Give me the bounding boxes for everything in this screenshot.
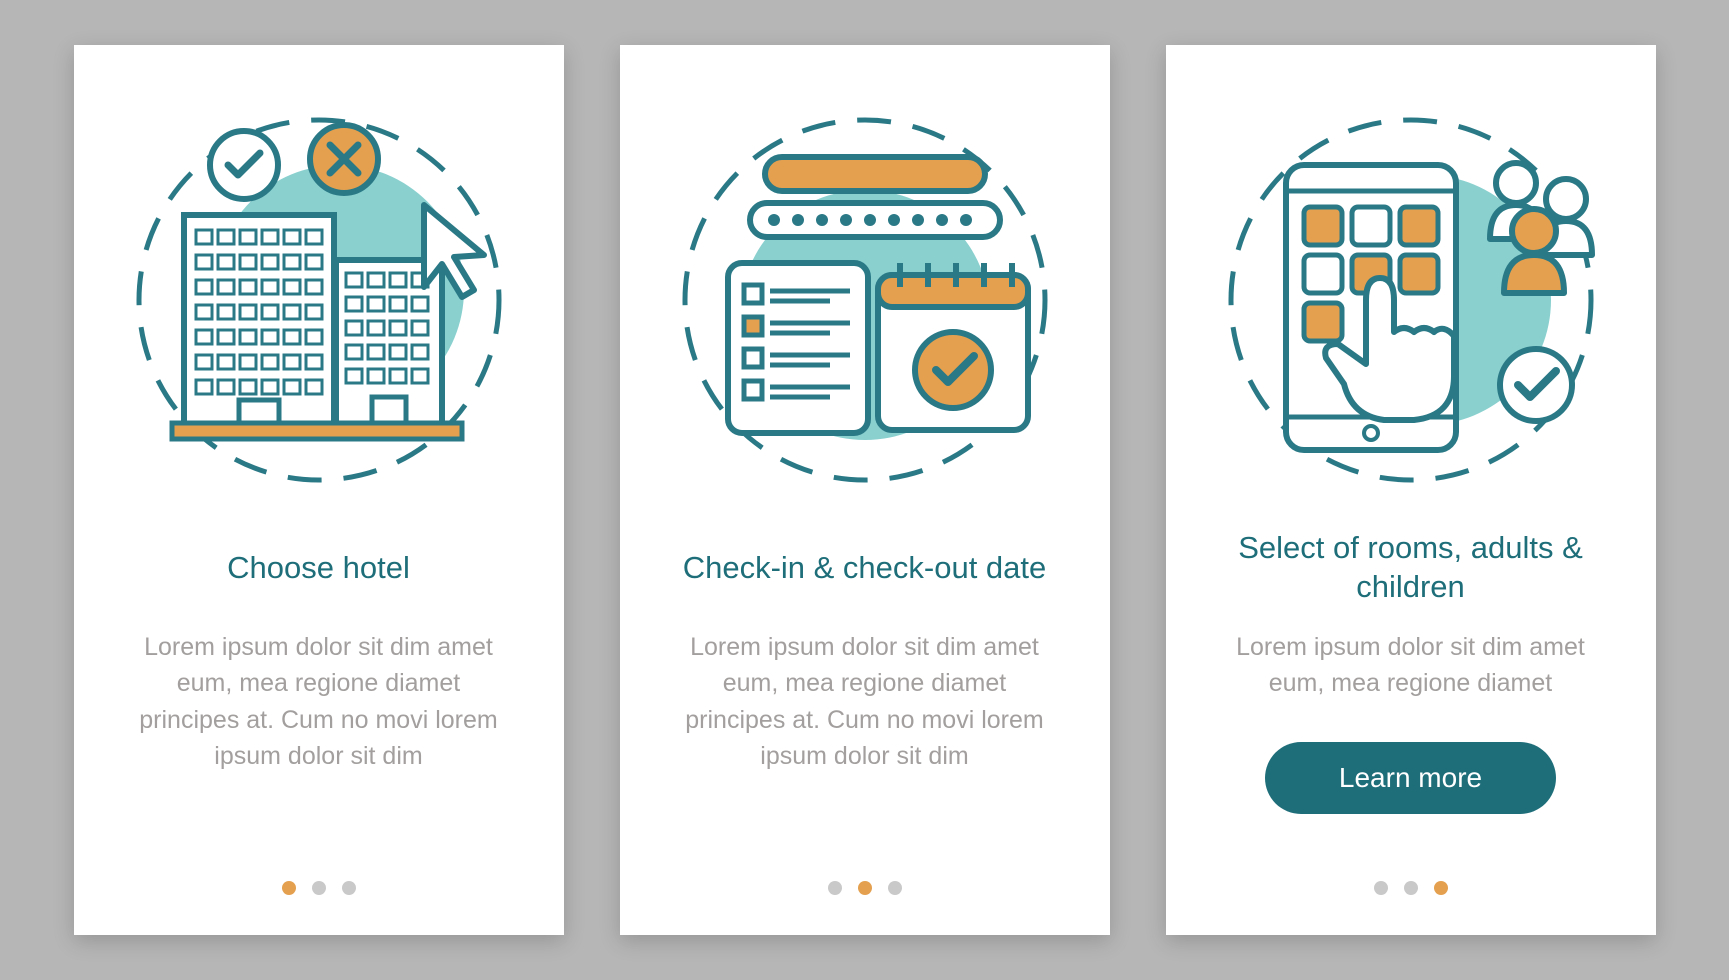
pager-dot-3[interactable]	[888, 881, 902, 895]
pager-dots	[828, 851, 902, 895]
card-title: Choose hotel	[227, 529, 410, 607]
pager-dot-2[interactable]	[1404, 881, 1418, 895]
pager-dot-3[interactable]	[342, 881, 356, 895]
pager-dot-2[interactable]	[858, 881, 872, 895]
card-title: Check-in & check-out date	[683, 529, 1047, 607]
pager-dots	[282, 851, 356, 895]
pager-dots	[1374, 851, 1448, 895]
learn-more-button[interactable]: Learn more	[1265, 742, 1556, 814]
onboarding-card-2: Check-in & check-out date Lorem ipsum do…	[620, 45, 1110, 935]
card-description: Lorem ipsum dolor sit dim amet eum, mea …	[1216, 629, 1606, 702]
card-description: Lorem ipsum dolor sit dim amet eum, mea …	[124, 629, 514, 774]
card-title: Select of rooms, adults & children	[1216, 529, 1606, 607]
onboarding-card-1: Choose hotel Lorem ipsum dolor sit dim a…	[74, 45, 564, 935]
card-description: Lorem ipsum dolor sit dim amet eum, mea …	[670, 629, 1060, 774]
hotel-choose-icon	[124, 105, 514, 495]
pager-dot-1[interactable]	[828, 881, 842, 895]
rooms-guests-icon	[1216, 105, 1606, 495]
onboarding-card-3: Select of rooms, adults & children Lorem…	[1166, 45, 1656, 935]
pager-dot-1[interactable]	[1374, 881, 1388, 895]
pager-dot-1[interactable]	[282, 881, 296, 895]
checkin-date-icon	[670, 105, 1060, 495]
pager-dot-3[interactable]	[1434, 881, 1448, 895]
pager-dot-2[interactable]	[312, 881, 326, 895]
